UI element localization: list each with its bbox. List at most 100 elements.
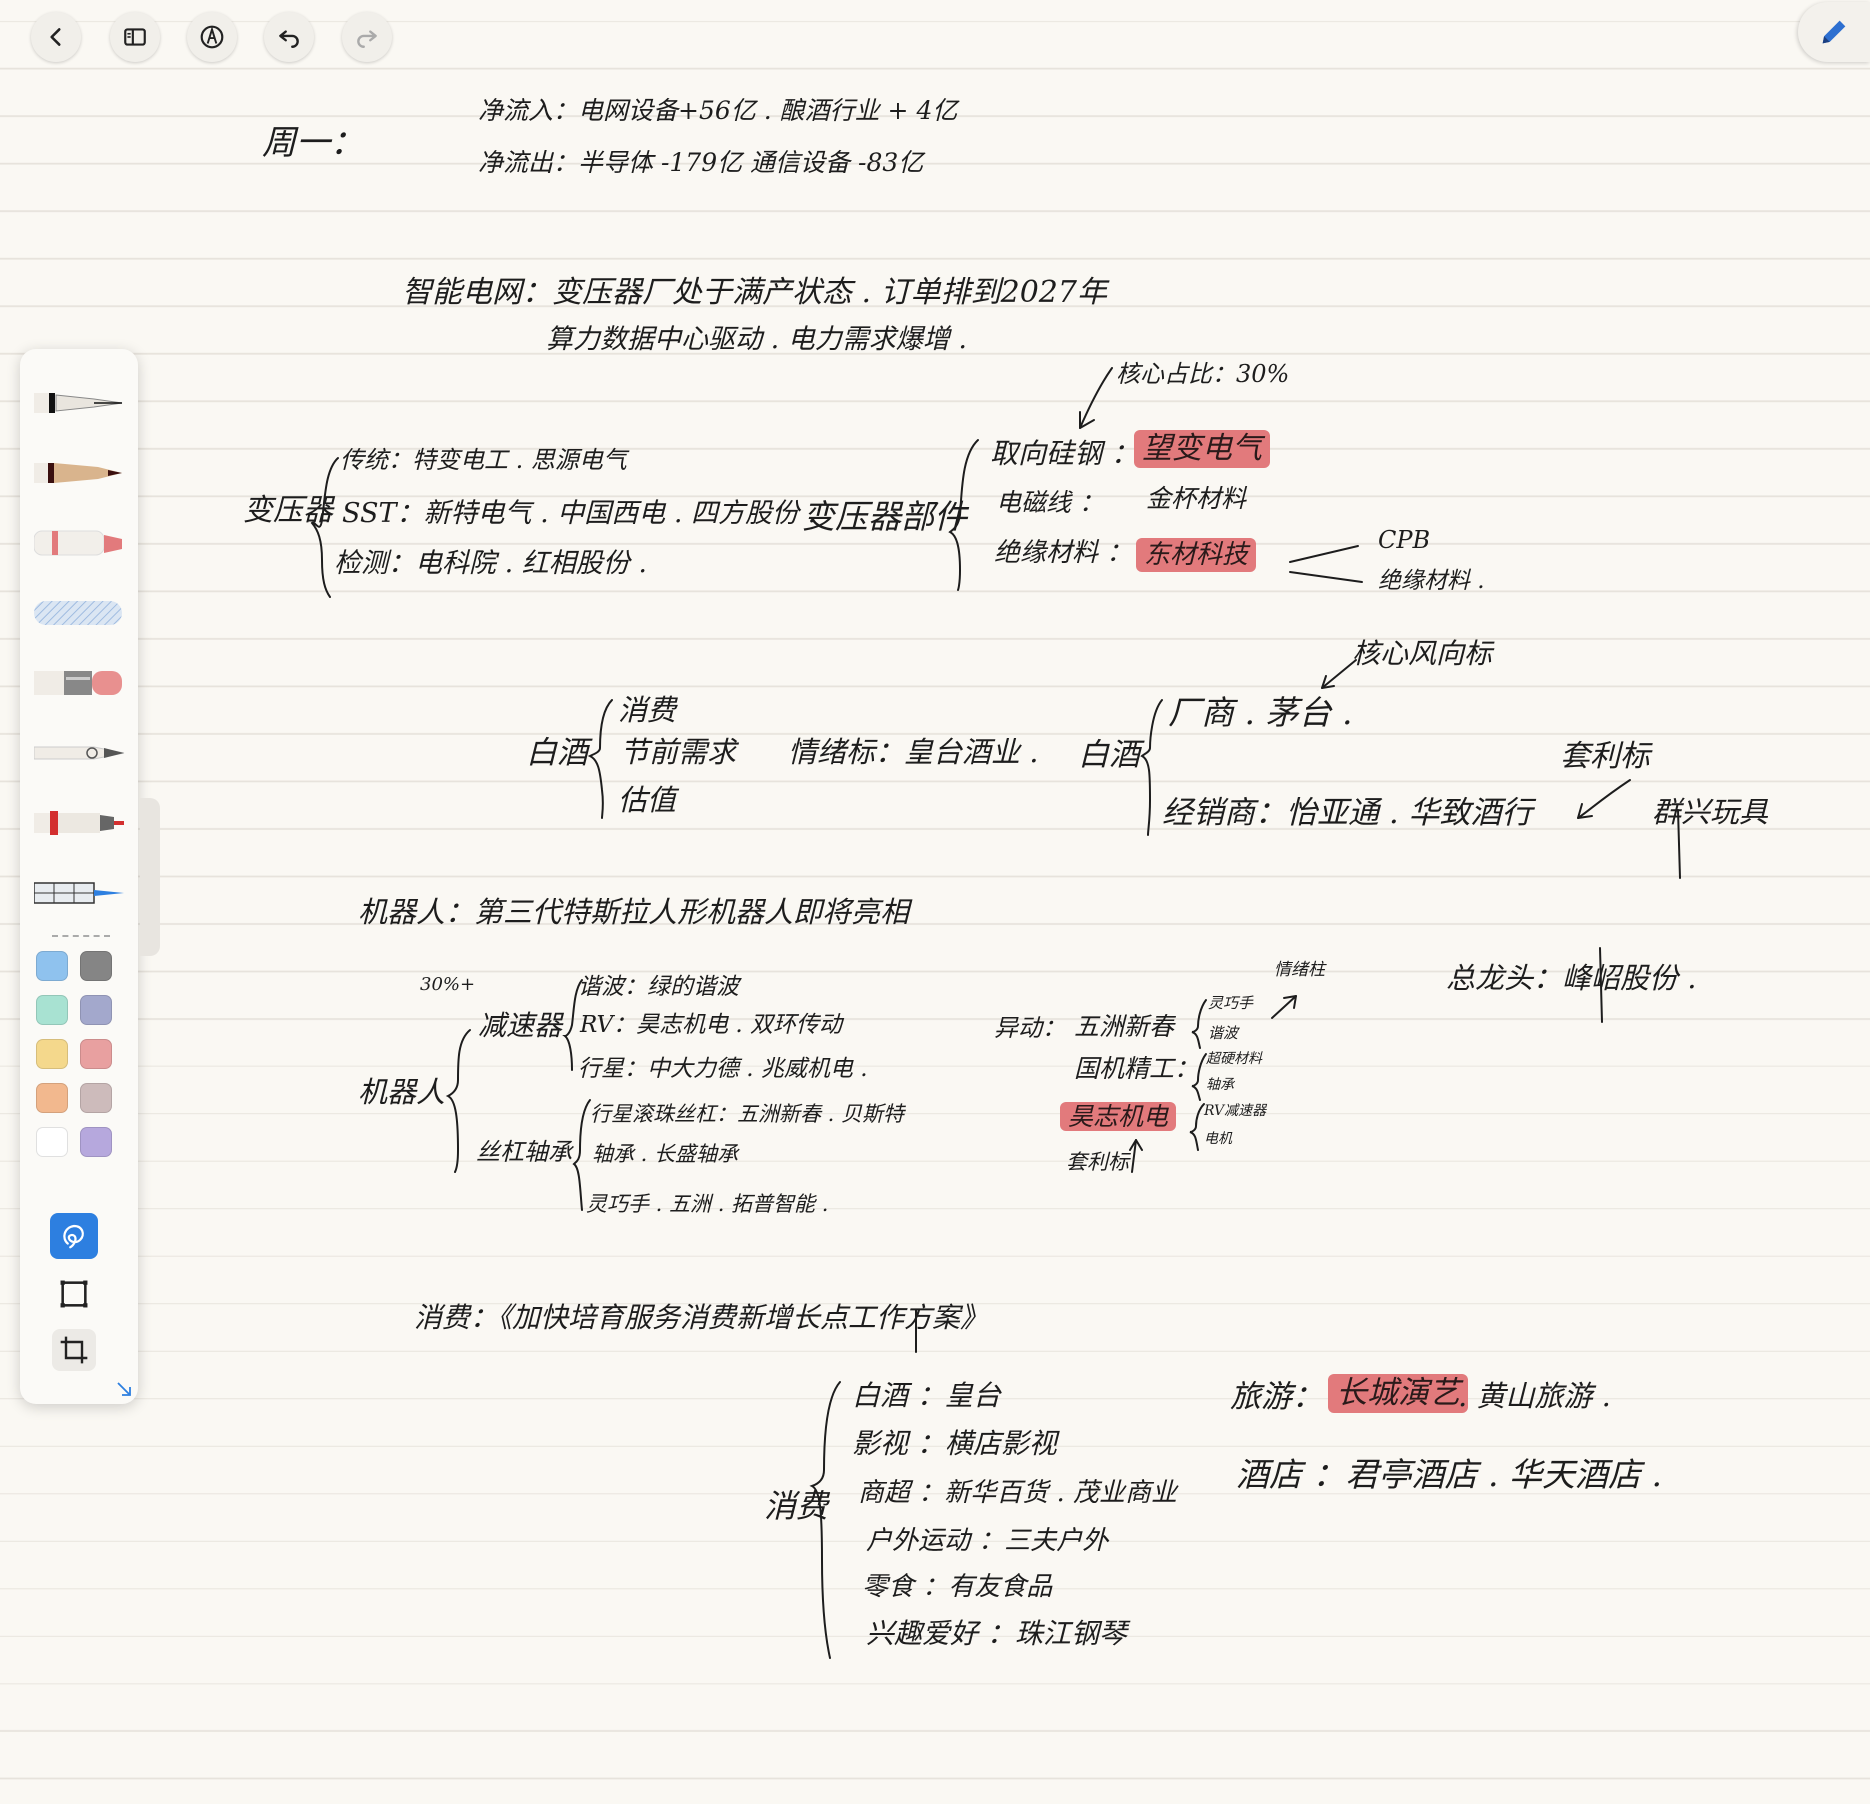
crop-tool-button[interactable] <box>52 1329 96 1371</box>
color-swatch-white[interactable] <box>36 1127 68 1157</box>
undo-button[interactable] <box>264 12 314 62</box>
fountain-pen-icon[interactable] <box>34 383 130 423</box>
note-parts: 变压器部件 <box>802 497 967 536</box>
chevron-left-icon <box>50 28 61 46</box>
crop-icon <box>60 1336 88 1364</box>
note-robot-title: 机器人：第三代特斯拉人形机器人即将亮相 <box>358 895 910 929</box>
note-anomaly: 异动： <box>994 1014 1066 1042</box>
tool-divider <box>52 935 110 937</box>
note-em-wire: 电磁线 ： <box>996 488 1104 517</box>
note-bearing: 轴承 . 长盛轴承 <box>592 1142 739 1166</box>
pen-mode-button[interactable] <box>187 12 237 62</box>
note-mon-label: 周一： <box>262 123 364 163</box>
note-baijiu-2: 白酒 <box>1078 737 1140 773</box>
note-festival: 节前需求 <box>620 735 737 769</box>
color-swatch-mauve[interactable] <box>80 1083 112 1113</box>
color-swatch-light-blue[interactable] <box>36 951 68 981</box>
lasso-pen-icon[interactable] <box>34 733 130 773</box>
note-consume: 消费 <box>618 693 677 727</box>
tool-panel <box>20 349 138 1404</box>
square-icon <box>60 1280 88 1308</box>
note-travel-co1: 长城演艺 <box>1328 1374 1468 1413</box>
note-motor: 电机 <box>1204 1131 1232 1147</box>
pencil-icon <box>1822 20 1846 44</box>
note-c-super: 商超 ：新华百货 . 茂业商业 <box>858 1478 1178 1508</box>
note-em-wire-co: 金杯材料 <box>1146 484 1247 513</box>
note-planet: 行星：中大力德 . 兆威机电 . <box>578 1056 868 1082</box>
color-swatch-lavender-gray[interactable] <box>80 995 112 1025</box>
note-sentiment: 情绪标：皇台酒业 . <box>788 735 1039 769</box>
note-arbitrage2: 套利标 <box>1066 1150 1129 1174</box>
color-swatch-purple[interactable] <box>80 1127 112 1157</box>
note-sentiment-mark: 情绪柱 <box>1274 960 1325 980</box>
panel-drag-handle[interactable] <box>140 798 160 956</box>
note-harmonic2: 谐波 <box>1208 1024 1239 1042</box>
color-swatch-yellow[interactable] <box>36 1039 68 1069</box>
red-pen-icon[interactable] <box>34 803 130 843</box>
pencil-tool-button[interactable] <box>1798 2 1870 62</box>
eraser-icon[interactable] <box>34 663 130 703</box>
sidebar-icon <box>124 28 146 46</box>
ballpoint-pen-icon[interactable] <box>34 453 130 493</box>
note-dexhand: 灵巧手 . 五洲 . 拓普智能 . <box>586 1192 829 1216</box>
panel-resize-icon[interactable] <box>114 1379 134 1399</box>
note-travel-co2: . 黄山旅游 . <box>1458 1379 1611 1413</box>
note-maker: 厂商 . 茅台 . <box>1168 693 1353 732</box>
redo-button[interactable] <box>342 12 392 62</box>
note-insulation-co: 东材科技 <box>1136 538 1257 572</box>
note-c-baijiu: 白酒 ：皇台 <box>852 1379 1001 1412</box>
color-swatch-pink[interactable] <box>80 1039 112 1069</box>
note-dexhand2: 灵巧手 <box>1208 994 1254 1012</box>
undo-icon <box>279 30 299 48</box>
note-insulation: 绝缘材料 ： <box>994 538 1133 568</box>
note-grid-sub: 算力数据中心驱动 . 电力需求爆增 . <box>546 324 967 355</box>
note-bearing2: 轴承 <box>1206 1077 1234 1093</box>
note-rv2: RV减速器 <box>1204 1103 1267 1119</box>
lasso-tool-button[interactable] <box>50 1213 98 1259</box>
note-c-outdoor: 户外运动 ：三夫户外 <box>866 1526 1109 1556</box>
note-transformer: 变压器 <box>243 493 333 528</box>
note-consume-title: 消费：《加快培育服务消费新增长点工作方案》 <box>414 1301 989 1334</box>
note-detect: 检测：电科院 . 红相股份 . <box>334 548 647 579</box>
marker-icon[interactable] <box>34 523 130 563</box>
note-arbitrage: 套利标 <box>1560 739 1650 774</box>
note-superhard: 超硬材料 <box>1206 1051 1262 1067</box>
note-inflow: 净流入：电网设备+56亿 . 酿酒行业 + 4亿 <box>478 96 958 125</box>
highlighter-icon[interactable] <box>34 593 130 633</box>
back-button[interactable] <box>31 12 81 62</box>
note-travel: 旅游： <box>1230 1379 1323 1415</box>
note-toy: 群兴玩具 <box>1652 795 1769 829</box>
note-gjjg: 国机精工： <box>1074 1054 1200 1083</box>
note-insulation-mat: 绝缘材料 . <box>1378 568 1485 594</box>
ruler-icon[interactable] <box>34 873 130 913</box>
note-hzjd: 昊志机电 <box>1060 1102 1177 1131</box>
note-c-hobby: 兴趣爱好 ：珠江钢琴 <box>866 1617 1127 1650</box>
note-pct30: 30%+ <box>420 974 476 995</box>
color-swatch-mint[interactable] <box>36 995 68 1025</box>
note-silicon-steel-co: 望变电气 <box>1134 430 1270 468</box>
note-rv: RV：昊志机电 . 双环传动 <box>580 1012 843 1038</box>
redo-icon <box>357 30 377 48</box>
note-hotel: 酒店 ：君亭酒店 . 华天酒店 . <box>1236 1455 1662 1494</box>
note-reducer: 减速器 <box>478 1009 563 1042</box>
note-screw: 丝杠轴承 <box>476 1138 572 1166</box>
note-consume-2: 消费 <box>764 1487 829 1525</box>
note-outflow: 净流出：半导体 -179亿 通信设备 -83亿 <box>478 148 924 177</box>
color-swatch-orange[interactable] <box>36 1083 68 1113</box>
note-silicon-steel: 取向硅钢 ： <box>990 437 1139 470</box>
note-c-snack: 零食 ：有友食品 <box>862 1572 1053 1602</box>
note-core-vane: 核心风向标 <box>1352 637 1493 670</box>
note-dragon-head: 总龙头：峰岹股份 . <box>1446 961 1697 995</box>
note-sst: SST：新特电气 . 中国西电 . 四方股份 . <box>342 498 817 529</box>
color-swatch-gray[interactable] <box>80 951 112 981</box>
sidebar-toggle-button[interactable] <box>110 12 160 62</box>
note-robot: 机器人 <box>358 1075 446 1109</box>
note-harmonic: 谐波：绿的谐波 <box>578 974 739 1000</box>
shape-tool-button[interactable] <box>52 1273 96 1315</box>
note-planet-screw: 行星滚珠丝杠：五洲新春 . 贝斯特 <box>590 1102 905 1126</box>
note-core-share: 核心占比：30% <box>1116 360 1290 388</box>
pen-mode-icon <box>200 25 224 49</box>
note-valuation: 估值 <box>618 783 677 817</box>
note-cpb: CPB <box>1378 526 1431 554</box>
note-dealer: 经销商：怡亚通 . 华致酒行 <box>1162 795 1533 831</box>
